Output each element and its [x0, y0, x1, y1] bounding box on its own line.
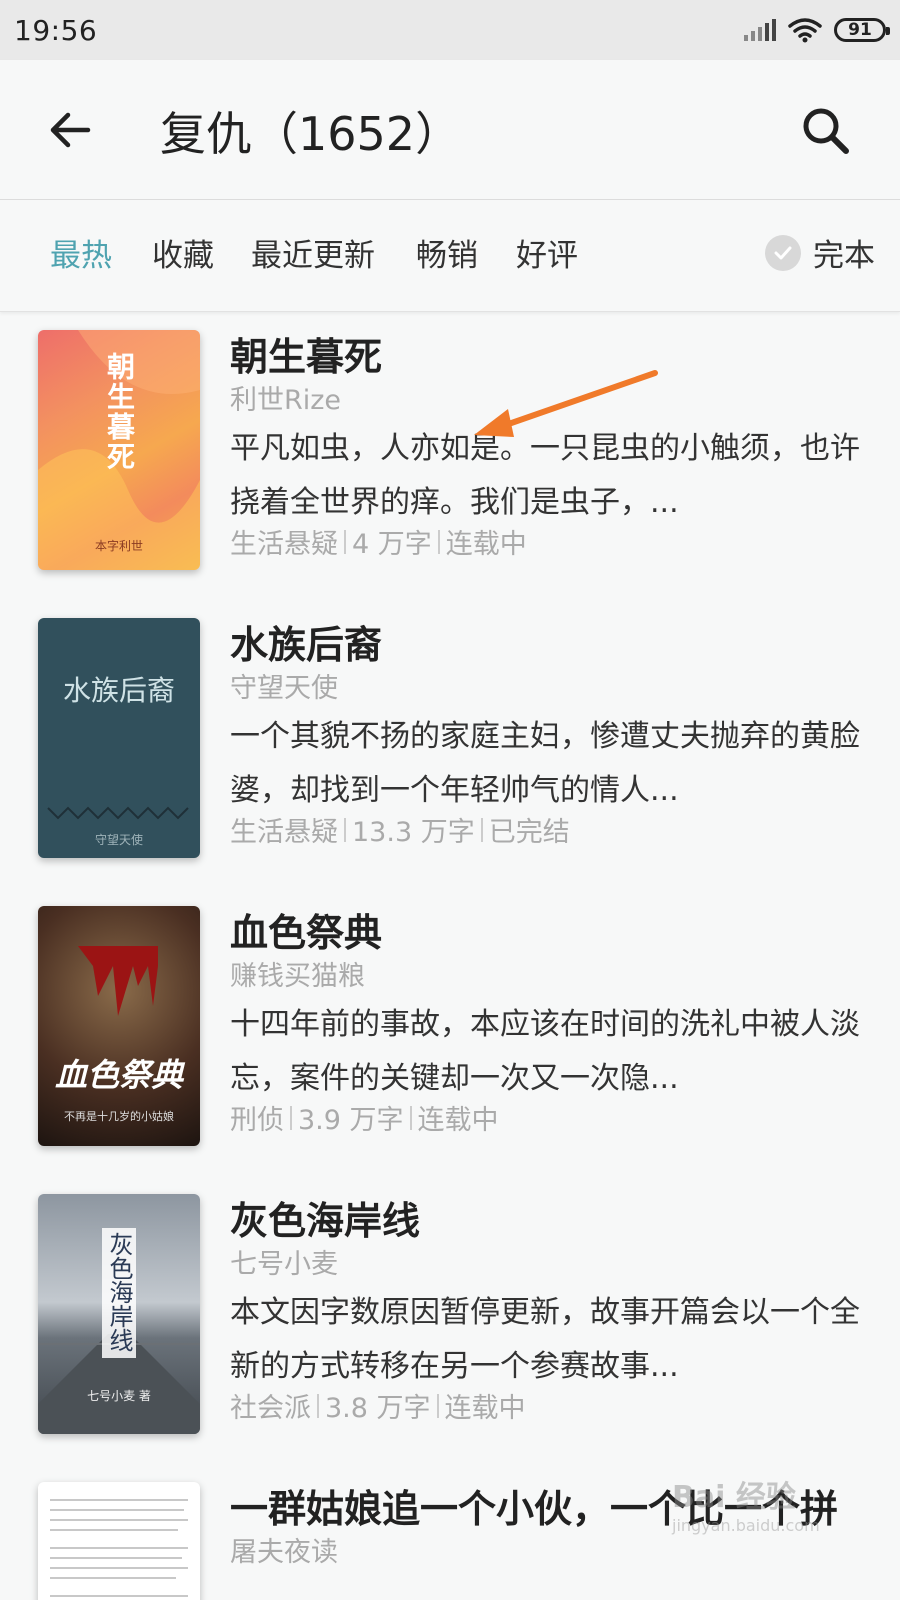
book-title: 朝生暮死	[230, 335, 383, 379]
book-genre: 生活悬疑	[230, 529, 338, 560]
cover-drip	[78, 946, 158, 1016]
book-word-count: 4 万字	[352, 529, 432, 560]
book-word-count: 13.3 万字	[352, 817, 475, 848]
book-meta: 生活悬疑 4 万字 连载中	[230, 522, 527, 561]
cover-author: 守望天使	[94, 833, 143, 847]
cover-author: 七号小麦 著	[87, 1389, 151, 1403]
wifi-icon	[788, 18, 822, 43]
book-genre: 刑侦	[230, 1105, 284, 1136]
tab-bestselling[interactable]: 畅销	[416, 230, 478, 275]
cover-author: 本字利世	[94, 539, 143, 553]
book-cover[interactable]: 朝生暮死 本字利世	[38, 330, 200, 570]
watermark-url: jingyan.baidu.com	[672, 1516, 820, 1535]
book-cover[interactable]	[38, 1482, 200, 1600]
back-arrow-icon	[50, 112, 91, 148]
list-item[interactable]: 灰色海岸线 七号小麦 著 灰色海岸线 七号小麦 本文因字数原因暂停更新，故事开篇…	[0, 1176, 900, 1464]
book-title: 血色祭典	[230, 911, 383, 955]
book-genre: 社会派	[230, 1393, 311, 1424]
tab-recent-updates[interactable]: 最近更新	[251, 230, 375, 275]
book-description: 一个其貌不扬的家庭主妇，惨遭丈夫抛弃的黄脸婆，却找到一个年轻帅气的情人...	[230, 719, 860, 808]
status-icons: 91	[744, 17, 890, 43]
cover-title: 朝生暮死	[103, 352, 136, 472]
list-item[interactable]: 朝生暮死 本字利世 朝生暮死 利世Rize 平凡如虫，人亦如是。一只昆虫的小触须…	[0, 312, 900, 600]
book-description: 本文因字数原因暂停更新，故事开篇会以一个全新的方式转移在另一个参赛故事...	[230, 1295, 860, 1384]
book-author: 七号小麦	[230, 1249, 338, 1280]
tab-top-rated[interactable]: 好评	[516, 230, 578, 275]
check-icon	[765, 234, 801, 271]
tab-favorites[interactable]: 收藏	[152, 230, 214, 275]
book-status: 连载中	[417, 1105, 499, 1136]
book-cover[interactable]: 灰色海岸线 七号小麦 著	[38, 1194, 200, 1434]
tab-hottest[interactable]: 最热	[50, 230, 112, 275]
battery-level: 91	[848, 20, 872, 40]
book-author: 守望天使	[230, 673, 338, 704]
battery-icon: 91	[834, 18, 890, 42]
book-word-count: 3.9 万字	[298, 1105, 404, 1136]
book-cover[interactable]: 血色祭典 不再是十几岁的小姑娘	[38, 906, 200, 1146]
book-cover[interactable]: 水族后裔 守望天使	[38, 618, 200, 858]
finished-filter-label: 完本	[813, 238, 875, 274]
cover-title: 水族后裔	[62, 674, 175, 707]
book-status: 连载中	[445, 529, 527, 560]
sort-tabs: 最热 收藏 最近更新 畅销 好评 完本	[0, 200, 900, 312]
cover-title: 灰色海岸线	[105, 1232, 133, 1352]
book-meta: 刑侦 3.9 万字 连载中	[230, 1098, 499, 1137]
list-item[interactable]: 血色祭典 不再是十几岁的小姑娘 血色祭典 赚钱买猫粮 十四年前的事故，本应该在时…	[0, 888, 900, 1176]
book-meta: 社会派 3.8 万字 连载中	[230, 1386, 526, 1425]
book-status: 已完结	[488, 817, 570, 848]
book-description: 十四年前的事故，本应该在时间的洗礼中被人淡忘，案件的关键却一次又一次隐...	[230, 1007, 860, 1096]
search-button[interactable]	[795, 100, 857, 162]
book-author: 赚钱买猫粮	[230, 961, 365, 992]
status-time: 19:56	[14, 13, 98, 47]
watermark-text: Bai 经验	[672, 1480, 796, 1515]
book-author: 屠夫夜读	[230, 1537, 338, 1568]
book-meta: 生活悬疑 13.3 万字 已完结	[230, 810, 570, 849]
book-title: 水族后裔	[230, 623, 383, 667]
list-item[interactable]: 水族后裔 守望天使 水族后裔 守望天使 一个其貌不扬的家庭主妇，惨遭丈夫抛弃的黄…	[0, 600, 900, 888]
cover-title: 血色祭典	[54, 1056, 183, 1094]
finished-filter-toggle[interactable]: 完本	[765, 230, 875, 275]
signal-icon	[744, 19, 776, 41]
cover-author: 不再是十几岁的小姑娘	[64, 1110, 174, 1123]
status-bar: 19:56 91	[0, 0, 900, 60]
book-word-count: 3.8 万字	[325, 1393, 431, 1424]
page-title: 复仇（1652）	[160, 107, 462, 161]
book-status: 连载中	[444, 1393, 526, 1424]
book-genre: 生活悬疑	[230, 817, 338, 848]
search-icon	[803, 108, 849, 154]
annotation-arrow-icon	[474, 370, 658, 437]
back-button[interactable]	[40, 100, 100, 160]
book-title: 灰色海岸线	[230, 1199, 421, 1243]
cover-wave	[47, 806, 189, 820]
app-bar: 复仇（1652）	[0, 60, 900, 200]
cover-text-lines	[50, 1499, 188, 1597]
book-author: 利世Rize	[230, 385, 342, 416]
watermark: Bai 经验 jingyan.baidu.com	[672, 1472, 820, 1535]
